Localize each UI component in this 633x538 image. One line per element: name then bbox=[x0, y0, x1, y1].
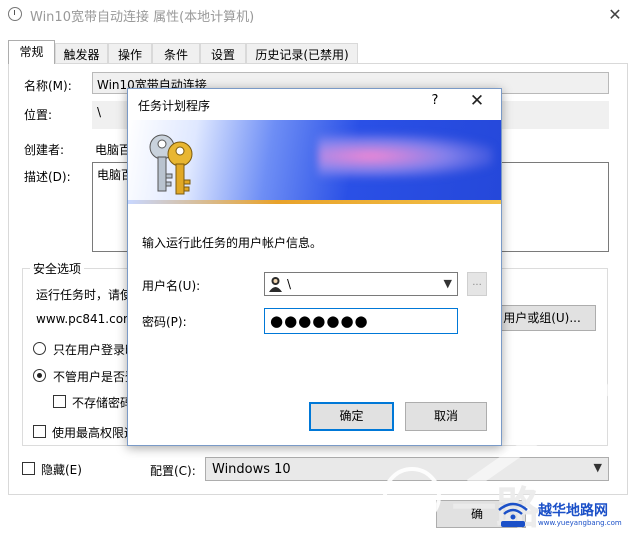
ok-button[interactable]: 确定 bbox=[309, 402, 394, 431]
user-avatar-icon bbox=[269, 277, 282, 292]
tab-history[interactable]: 历史记录(已禁用) bbox=[246, 43, 358, 63]
tab-actions[interactable]: 操作 bbox=[108, 43, 152, 63]
main-window-title: Win10宽带自动连接 属性(本地计算机) bbox=[30, 10, 255, 25]
author-value: 电脑百 bbox=[95, 143, 132, 157]
author-label: 创建者: bbox=[24, 143, 65, 157]
checkbox-do-not-store-password-label: 不存储密码 bbox=[72, 396, 133, 410]
main-close-button[interactable]: ✕ bbox=[600, 2, 630, 28]
tab-conditions[interactable]: 条件 bbox=[152, 43, 200, 63]
dialog-prompt: 输入运行此任务的用户帐户信息。 bbox=[142, 236, 323, 250]
checkbox-do-not-store-password[interactable] bbox=[53, 395, 66, 408]
banner-blurred-region bbox=[318, 134, 493, 178]
change-user-button[interactable]: 用户或组(U)... bbox=[488, 305, 596, 331]
browse-user-button[interactable]: ... bbox=[467, 272, 487, 296]
username-label: 用户名(U): bbox=[142, 279, 201, 293]
dialog-help-button[interactable]: ? bbox=[426, 93, 444, 108]
credentials-dialog: 任务计划程序 ? ✕ 输入运行此任务的用户帐户信息。 用户名(U): \ ▼ .… bbox=[127, 88, 502, 446]
checkbox-highest-privileges-label: 使用最高权限运 bbox=[52, 426, 137, 440]
chevron-down-icon: ▼ bbox=[593, 461, 602, 474]
configure-label: 配置(C): bbox=[150, 464, 196, 478]
radio-logged-on-only[interactable] bbox=[33, 342, 46, 355]
run-as-user: www.pc841.com bbox=[36, 312, 135, 326]
chevron-down-icon: ▼ bbox=[443, 277, 452, 290]
tab-general[interactable]: 常规 bbox=[8, 40, 55, 64]
tab-strip: 常规 触发器 操作 条件 设置 历史记录(已禁用) bbox=[8, 40, 628, 64]
watermark-url: www.yueyangbang.com bbox=[538, 519, 622, 527]
password-label: 密码(P): bbox=[142, 315, 187, 329]
tab-triggers[interactable]: 触发器 bbox=[55, 43, 108, 63]
banner-stripe bbox=[128, 200, 501, 204]
main-titlebar[interactable]: Win10宽带自动连接 属性(本地计算机) ✕ bbox=[0, 0, 633, 30]
checkbox-hidden[interactable] bbox=[22, 462, 35, 475]
dialog-title: 任务计划程序 bbox=[138, 99, 211, 113]
radio-run-whether-logged-on[interactable] bbox=[33, 369, 46, 382]
radio-run-whether-logged-on-label: 不管用户是否登 bbox=[53, 370, 138, 384]
dialog-close-button[interactable]: ✕ bbox=[463, 91, 491, 111]
cancel-button[interactable]: 取消 bbox=[405, 402, 487, 431]
location-label: 位置: bbox=[24, 108, 53, 122]
tab-settings[interactable]: 设置 bbox=[200, 43, 246, 63]
checkbox-hidden-label: 隐藏(E) bbox=[41, 463, 82, 477]
run-as-text: 运行任务时，请使 bbox=[36, 288, 133, 302]
dialog-banner bbox=[128, 120, 501, 204]
keys-icon bbox=[149, 134, 193, 195]
security-options-title: 安全选项 bbox=[30, 260, 85, 277]
clock-icon bbox=[8, 7, 22, 21]
description-label: 描述(D): bbox=[24, 170, 71, 184]
radio-logged-on-only-label: 只在用户登录时 bbox=[53, 343, 138, 357]
configure-value: Windows 10 bbox=[212, 462, 291, 477]
dialog-titlebar[interactable]: 任务计划程序 ? ✕ bbox=[128, 89, 501, 120]
username-combobox[interactable]: \ ▼ bbox=[264, 272, 458, 296]
password-field[interactable]: ●●●●●●● bbox=[264, 308, 458, 334]
username-value: \ bbox=[287, 277, 292, 291]
checkbox-highest-privileges[interactable] bbox=[33, 425, 46, 438]
watermark-brand: 越华地路网 bbox=[538, 503, 608, 519]
wifi-router-icon bbox=[498, 502, 528, 527]
name-label: 名称(M): bbox=[24, 79, 72, 93]
watermark-logo-circle bbox=[383, 467, 441, 525]
